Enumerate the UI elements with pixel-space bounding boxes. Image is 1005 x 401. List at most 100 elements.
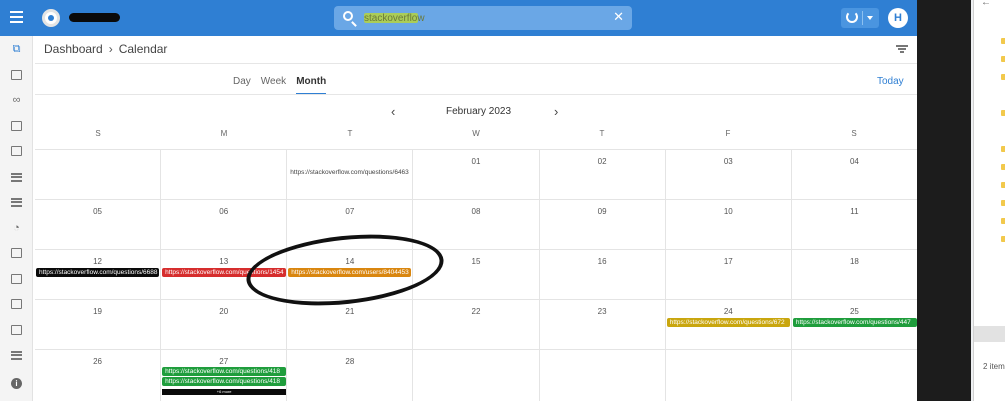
day-number: 22 xyxy=(471,307,481,316)
day-cell[interactable]: 01 xyxy=(413,150,540,199)
day-cell[interactable]: 04 xyxy=(792,150,917,199)
folder-icon[interactable] xyxy=(1001,236,1005,242)
day-cell[interactable]: 18 xyxy=(792,250,917,299)
day-cell[interactable]: 09 xyxy=(540,200,666,249)
sidebar-item-links[interactable]: ∞ xyxy=(0,89,33,111)
day-cell[interactable]: 06 xyxy=(161,200,288,249)
filter-icon[interactable] xyxy=(896,45,908,53)
day-cell[interactable]: 22 xyxy=(413,300,540,349)
avatar[interactable]: H xyxy=(888,8,908,28)
search-input[interactable] xyxy=(364,9,604,27)
day-cell[interactable]: 24 https://stackoverflow.com/questions/6… xyxy=(666,300,792,349)
folder-icon[interactable] xyxy=(1001,74,1005,80)
calendar-event[interactable]: https://stackoverflow.com/questions/418 xyxy=(162,367,287,376)
sidebar-item-info[interactable]: i xyxy=(0,372,33,394)
breadcrumb-dashboard[interactable]: Dashboard xyxy=(44,42,103,56)
day-cell[interactable]: 26 xyxy=(35,350,162,401)
folder-icon[interactable] xyxy=(1001,56,1005,62)
day-cell[interactable] xyxy=(792,350,917,401)
folder-icon[interactable] xyxy=(1001,218,1005,224)
clipboard-icon xyxy=(11,325,22,335)
day-cell[interactable]: 23 xyxy=(540,300,666,349)
day-cell[interactable] xyxy=(161,150,288,199)
day-cell[interactable]: 21 xyxy=(287,300,414,349)
sidebar-item-dashboard[interactable]: ◔ xyxy=(0,217,33,239)
sidebar: ⧉ ∞ ◔ i xyxy=(0,36,33,401)
chevron-right-icon[interactable]: › xyxy=(554,104,558,119)
day-number: 21 xyxy=(345,307,355,316)
day-cell[interactable] xyxy=(540,350,666,401)
folder-icon[interactable] xyxy=(1001,38,1005,44)
desktop-background xyxy=(917,0,971,401)
day-number: 10 xyxy=(723,207,733,216)
calendar-event[interactable]: https://stackoverflow.com/questions/6463 xyxy=(290,168,412,177)
day-cell[interactable]: 08 xyxy=(413,200,540,249)
sync-icon xyxy=(846,11,858,23)
day-cell[interactable] xyxy=(413,350,540,401)
chevron-left-icon[interactable]: ‹ xyxy=(391,104,395,119)
sidebar-item-table-2[interactable] xyxy=(0,293,33,315)
calendar-event[interactable]: https://stackoverflow.com/questions/6688 xyxy=(36,268,159,277)
weekday-label: S xyxy=(851,129,857,138)
day-cell[interactable] xyxy=(666,350,792,401)
tab-week[interactable]: Week xyxy=(261,76,286,95)
day-cell[interactable]: 03 xyxy=(666,150,792,199)
horizontal-scrollbar[interactable] xyxy=(974,326,1005,342)
tab-month[interactable]: Month xyxy=(296,76,327,95)
sidebar-item-list[interactable] xyxy=(0,166,33,188)
month-title: February 2023 xyxy=(446,106,512,117)
breadcrumb-calendar: Calendar xyxy=(118,42,168,56)
week-row: 19 20 21 22 23 24 https://stackoverflow.… xyxy=(35,300,917,350)
back-arrow-icon[interactable]: ← xyxy=(981,0,991,8)
view-tabs: Day Week Month xyxy=(233,76,327,95)
divider xyxy=(35,94,917,95)
weekday-label: F xyxy=(725,129,731,138)
folder-icon[interactable] xyxy=(1001,110,1005,116)
day-cell[interactable]: 19 xyxy=(35,300,162,349)
day-cell[interactable] xyxy=(35,150,162,199)
calendar-event[interactable]: https://stackoverflow.com/questions/447 xyxy=(792,318,917,327)
link-icon: ∞ xyxy=(12,93,21,106)
day-cell[interactable]: 27 https://stackoverflow.com/questions/4… xyxy=(161,350,288,401)
sidebar-item-table[interactable] xyxy=(0,268,33,290)
day-cell[interactable]: 17 xyxy=(666,250,792,299)
sidebar-item-storage[interactable] xyxy=(0,344,33,366)
global-search[interactable]: ✕ xyxy=(334,6,632,30)
day-cell[interactable]: 28 xyxy=(287,350,414,401)
folder-icon[interactable] xyxy=(1001,164,1005,170)
day-cell[interactable]: https://stackoverflow.com/questions/6463 xyxy=(287,150,414,199)
folder-icon[interactable] xyxy=(1001,200,1005,206)
more-events-link[interactable]: +6 more xyxy=(162,389,287,395)
tab-day[interactable]: Day xyxy=(233,76,251,95)
table-icon xyxy=(11,274,22,284)
day-cell[interactable]: 11 xyxy=(792,200,917,249)
day-cell[interactable]: 05 xyxy=(35,200,162,249)
folder-icon[interactable] xyxy=(1001,182,1005,188)
day-number: 07 xyxy=(345,207,355,216)
sidebar-item-graph[interactable]: ⧉ xyxy=(0,38,33,60)
sidebar-item-media[interactable] xyxy=(0,140,33,162)
day-cell[interactable]: 10 xyxy=(666,200,792,249)
folder-icon[interactable] xyxy=(1001,146,1005,152)
app-logo[interactable] xyxy=(42,9,60,27)
sidebar-item-calendar[interactable] xyxy=(0,64,33,86)
sidebar-item-list-2[interactable] xyxy=(0,191,33,213)
sidebar-item-document[interactable] xyxy=(0,242,33,264)
list-icon xyxy=(11,172,22,182)
sync-button[interactable] xyxy=(841,8,879,28)
close-icon[interactable]: ✕ xyxy=(613,10,624,24)
today-button[interactable]: Today xyxy=(877,76,904,87)
day-number: 03 xyxy=(723,157,733,166)
day-cell[interactable]: 12 https://stackoverflow.com/questions/6… xyxy=(35,250,162,299)
day-cell[interactable]: 20 xyxy=(161,300,288,349)
media-icon xyxy=(11,146,22,156)
calendar-event[interactable]: https://stackoverflow.com/questions/672 xyxy=(666,318,790,327)
calendar-event[interactable]: https://stackoverflow.com/questions/418 xyxy=(162,377,287,386)
sidebar-item-schedule[interactable] xyxy=(0,115,33,137)
menu-icon[interactable] xyxy=(10,11,23,23)
chevron-down-icon[interactable] xyxy=(867,16,873,20)
day-cell[interactable]: 02 xyxy=(540,150,666,199)
day-cell[interactable]: 25 https://stackoverflow.com/questions/4… xyxy=(792,300,917,349)
sidebar-item-clipboard[interactable] xyxy=(0,319,33,341)
day-cell[interactable]: 16 xyxy=(540,250,666,299)
